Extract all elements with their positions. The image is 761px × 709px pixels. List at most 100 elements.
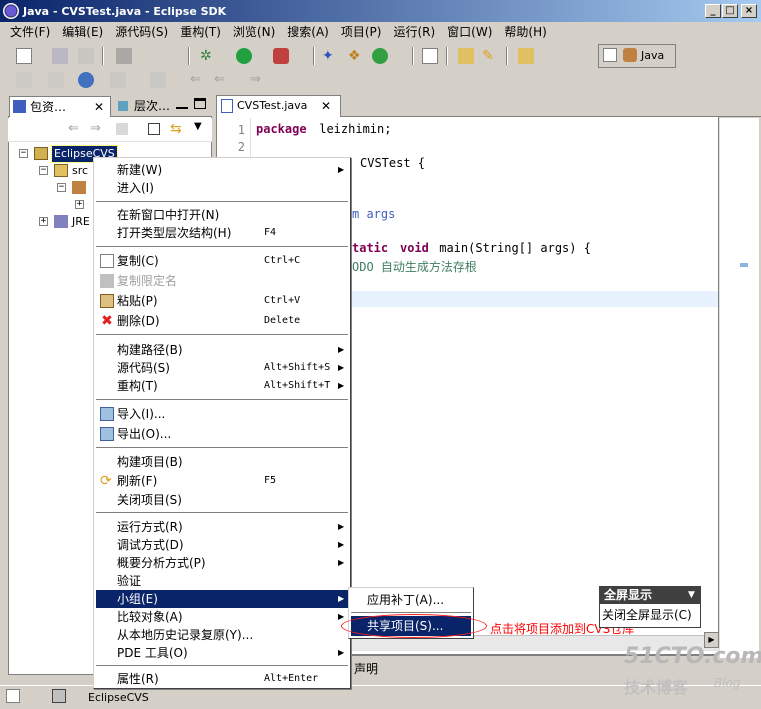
up-icon[interactable] bbox=[116, 123, 128, 135]
minimize-button[interactable]: _ bbox=[705, 4, 721, 18]
java-perspective-icon bbox=[623, 48, 637, 62]
menu-item-paste[interactable]: 粘贴(P) Ctrl+V bbox=[96, 292, 348, 310]
menu-help[interactable]: 帮助(H) bbox=[498, 23, 552, 40]
maximize-view-icon[interactable] bbox=[194, 98, 206, 109]
forward-icon[interactable]: ⇒ bbox=[250, 72, 266, 88]
debug-icon[interactable]: ✲ bbox=[200, 48, 216, 64]
collapse-all-icon[interactable] bbox=[148, 123, 160, 135]
menu-item-source[interactable]: 源代码(S) Alt+Shift+S ▶ bbox=[96, 359, 348, 377]
tree-src-label: src bbox=[72, 164, 89, 177]
new-icon[interactable] bbox=[16, 48, 32, 64]
menu-item-validate[interactable]: 验证 bbox=[96, 572, 348, 590]
folder-icon[interactable] bbox=[518, 48, 534, 64]
menu-item-properties[interactable]: 属性(R) Alt+Enter bbox=[96, 670, 348, 688]
expand-icon[interactable]: + bbox=[39, 217, 48, 226]
menu-item-pde-tools[interactable]: PDE 工具(O) ▶ bbox=[96, 644, 348, 662]
open-file-icon[interactable] bbox=[422, 48, 438, 64]
menu-source[interactable]: 源代码(S) bbox=[109, 23, 174, 40]
forward-nav-icon[interactable]: ⇒ bbox=[90, 121, 101, 136]
copy-icon bbox=[100, 254, 114, 268]
maximize-button[interactable]: □ bbox=[722, 4, 738, 18]
menu-item-build-project[interactable]: 构建项目(B) bbox=[96, 453, 348, 471]
view-menu-icon[interactable]: ▼ bbox=[194, 121, 202, 132]
menu-item-build-path[interactable]: 构建路径(B) ▶ bbox=[96, 341, 348, 359]
menu-edit[interactable]: 编辑(E) bbox=[56, 23, 109, 40]
menu-item-copy[interactable]: 复制(C) Ctrl+C bbox=[96, 252, 348, 270]
menu-file[interactable]: 文件(F) bbox=[4, 23, 56, 40]
minimize-view-icon[interactable] bbox=[176, 99, 188, 109]
menu-item-restore-local-history[interactable]: 从本地历史记录复原(Y)... bbox=[96, 626, 348, 644]
back-nav-icon[interactable]: ⇐ bbox=[68, 121, 79, 136]
editor-tab-cvstest[interactable]: CVSTest.java ✕ bbox=[216, 95, 341, 117]
run-icon[interactable] bbox=[236, 48, 252, 64]
open-folder-icon[interactable] bbox=[458, 48, 474, 64]
submenu-item-apply-patch[interactable]: 应用补丁(A)... bbox=[351, 590, 471, 610]
menu-item-compare-with[interactable]: 比较对象(A) ▶ bbox=[96, 608, 348, 626]
open-perspective-icon[interactable] bbox=[603, 48, 617, 62]
next-annotation-icon[interactable] bbox=[110, 72, 126, 88]
menu-item-open-new-window[interactable]: 在新窗口中打开(N) bbox=[96, 206, 348, 224]
menu-item-export[interactable]: 导出(O)... bbox=[96, 425, 348, 443]
menu-search[interactable]: 搜索(A) bbox=[281, 23, 335, 40]
external-tools-icon[interactable] bbox=[273, 48, 289, 64]
context-menu: 新建(W) ▶ 进入(I) 在新窗口中打开(N) 打开类型层次结构(H) F4 复制… bbox=[93, 157, 351, 689]
watermark-subtitle: 技术博客 bbox=[624, 678, 689, 697]
perspective-label: Java bbox=[641, 49, 665, 62]
refresh-icon: ⟳ bbox=[100, 473, 112, 489]
view-toolbar: ⇐ ⇒ ⇆ ▼ bbox=[8, 118, 212, 142]
tab-declaration[interactable]: 声明 bbox=[354, 660, 378, 677]
new-java-project-icon[interactable]: ✦ bbox=[322, 48, 338, 64]
menu-item-open-type-hierarchy[interactable]: 打开类型层次结构(H) F4 bbox=[96, 224, 348, 242]
exit-fullscreen-item[interactable]: 关闭全屏显示(C) bbox=[602, 606, 692, 623]
pencil-icon[interactable] bbox=[16, 72, 32, 88]
collapse-icon[interactable]: − bbox=[57, 183, 66, 192]
overview-marker[interactable] bbox=[740, 263, 748, 267]
back-icon[interactable]: ⇐ bbox=[214, 72, 230, 88]
menu-item-import[interactable]: 导入(I)... bbox=[96, 405, 348, 423]
collapse-icon[interactable]: − bbox=[39, 166, 48, 175]
status-text: EclipseCVS bbox=[88, 691, 149, 704]
expand-icon[interactable]: + bbox=[75, 200, 84, 209]
new-class-icon[interactable] bbox=[372, 48, 388, 64]
new-package-icon[interactable]: ❖ bbox=[348, 48, 364, 64]
open-type-icon[interactable] bbox=[116, 48, 132, 64]
print-icon[interactable] bbox=[78, 48, 94, 64]
menu-item-new[interactable]: 新建(W) ▶ bbox=[96, 161, 348, 179]
search-icon[interactable]: ✎ bbox=[482, 48, 498, 64]
menu-item-team[interactable]: 小组(E) ▶ bbox=[96, 590, 348, 608]
menu-item-debug-as[interactable]: 调试方式(D) ▶ bbox=[96, 536, 348, 554]
save-icon[interactable] bbox=[52, 48, 68, 64]
watermark-blog: Blog bbox=[714, 676, 741, 690]
close-tab-icon[interactable]: ✕ bbox=[94, 97, 104, 117]
tab-package-explorer[interactable]: 包资… ✕ bbox=[9, 96, 111, 117]
menu-item-copy-qualified-name[interactable]: 复制限定名 bbox=[96, 272, 348, 290]
last-edit-icon[interactable]: ⇐ bbox=[190, 72, 206, 88]
collapse-icon[interactable]: − bbox=[19, 149, 28, 158]
editor-tab-label: CVSTest.java bbox=[237, 99, 308, 112]
menu-window[interactable]: 窗口(W) bbox=[441, 23, 498, 40]
toggle-icon[interactable] bbox=[48, 72, 64, 88]
menu-item-run-as[interactable]: 运行方式(R) ▶ bbox=[96, 518, 348, 536]
perspective-switcher[interactable]: Java bbox=[598, 44, 676, 68]
menu-item-go-into[interactable]: 进入(I) bbox=[96, 179, 348, 197]
menu-item-close-project[interactable]: 关闭项目(S) bbox=[96, 491, 348, 509]
close-editor-icon[interactable]: ✕ bbox=[321, 96, 331, 116]
prev-annotation-icon[interactable] bbox=[150, 72, 166, 88]
dropdown-icon[interactable]: ▼ bbox=[688, 587, 695, 604]
menu-refactor[interactable]: 重构(T) bbox=[174, 23, 227, 40]
link-with-editor-icon[interactable]: ⇆ bbox=[170, 121, 182, 137]
menu-navigate[interactable]: 浏览(N) bbox=[227, 23, 281, 40]
close-button[interactable]: × bbox=[741, 4, 757, 18]
menu-item-refactor[interactable]: 重构(T) Alt+Shift+T ▶ bbox=[96, 377, 348, 395]
menu-project[interactable]: 项目(P) bbox=[335, 23, 388, 40]
fast-view-icon[interactable] bbox=[6, 689, 20, 703]
menu-run[interactable]: 运行(R) bbox=[387, 23, 441, 40]
watermark-site: 51CTO.com bbox=[624, 644, 761, 669]
menu-item-delete[interactable]: ✖ 删除(D) Delete bbox=[96, 312, 348, 330]
menu-item-refresh[interactable]: ⟳ 刷新(F) F5 bbox=[96, 472, 348, 490]
eclipse-app-icon bbox=[3, 3, 19, 19]
menu-item-profile-as[interactable]: 概要分析方式(P) ▶ bbox=[96, 554, 348, 572]
globe-icon[interactable] bbox=[78, 72, 94, 88]
menu-bar: 文件(F) 编辑(E) 源代码(S) 重构(T) 浏览(N) 搜索(A) 项目(… bbox=[0, 22, 761, 41]
tab-hierarchy[interactable]: 层次… bbox=[114, 96, 174, 117]
